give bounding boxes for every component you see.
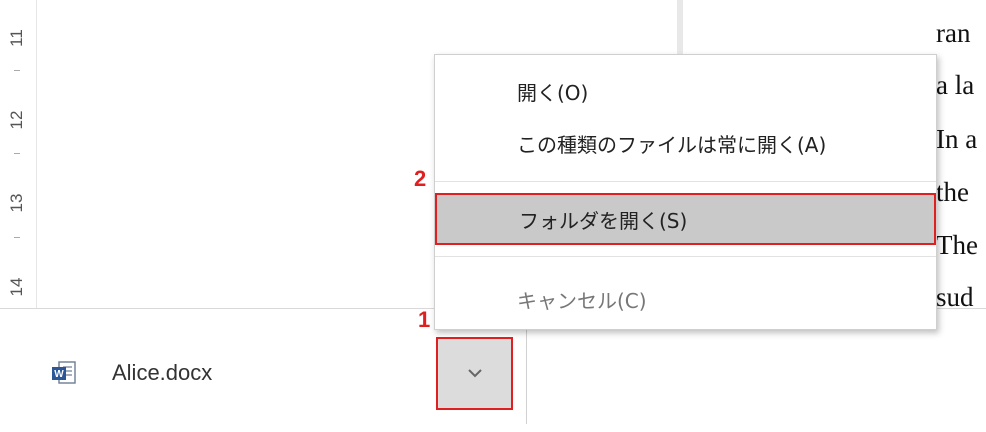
download-context-menu: 開く(O) この種類のファイルは常に開く(A) フォルダを開く(S) キャンセル… xyxy=(434,54,937,330)
ruler-mark-11: 11 xyxy=(7,29,26,47)
ruler-mark-12: 12 xyxy=(7,110,26,130)
download-options-button[interactable] xyxy=(436,337,513,410)
word-doc-icon: W xyxy=(50,359,78,387)
menu-item-open[interactable]: 開く(O) xyxy=(435,67,936,115)
step-marker-2: 2 xyxy=(414,166,427,191)
download-bar-divider xyxy=(526,317,527,424)
ruler-tick xyxy=(14,70,20,71)
menu-item-cancel[interactable]: キャンセル(C) xyxy=(435,275,936,323)
doc-line: a la xyxy=(936,70,975,100)
doc-line: the xyxy=(936,177,969,207)
menu-separator xyxy=(435,256,936,257)
menu-separator xyxy=(435,181,936,182)
chevron-down-icon xyxy=(466,364,484,383)
menu-item-always-open[interactable]: この種類のファイルは常に開く(A) xyxy=(435,119,936,167)
ruler-tick xyxy=(14,237,20,238)
doc-line: The xyxy=(936,230,978,260)
vertical-ruler: 11 12 13 14 xyxy=(0,0,37,308)
ruler-mark-13: 13 xyxy=(7,193,26,213)
menu-item-show-in-folder[interactable]: フォルダを開く(S) xyxy=(435,193,936,245)
doc-line: In a xyxy=(936,124,978,154)
ruler-tick xyxy=(14,153,20,154)
svg-text:W: W xyxy=(54,369,64,380)
ruler-mark-14: 14 xyxy=(7,277,26,297)
download-file-name: Alice.docx xyxy=(112,360,213,385)
step-marker-1: 1 xyxy=(418,307,431,332)
doc-line: ran xyxy=(936,18,971,48)
